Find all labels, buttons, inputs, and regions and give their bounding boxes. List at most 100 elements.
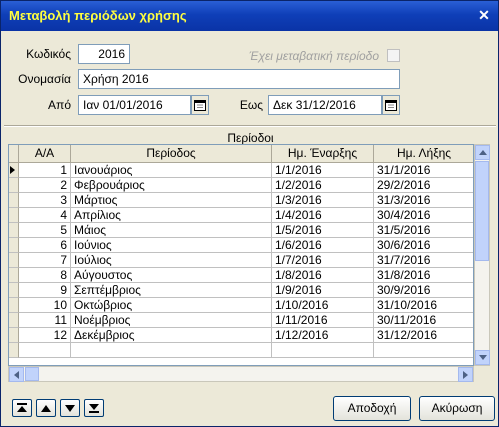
end-date-cell[interactable]: 30/11/2016	[374, 313, 473, 328]
accept-button[interactable]: Αποδοχή	[333, 396, 411, 421]
end-date-cell[interactable]: 29/2/2016	[374, 178, 473, 193]
row-number-cell[interactable]	[19, 343, 71, 358]
to-date-field[interactable]: Δεκ 31/12/2016	[268, 95, 382, 115]
end-date-cell[interactable]: 31/1/2016	[374, 163, 473, 178]
end-date-cell[interactable]: 31/7/2016	[374, 253, 473, 268]
row-indicator[interactable]	[9, 283, 19, 298]
period-name-cell[interactable]: Φεβρουάριος	[71, 178, 272, 193]
move-last-button[interactable]	[84, 399, 104, 417]
period-name-cell[interactable]: Μάιος	[71, 223, 272, 238]
end-date-cell[interactable]	[374, 343, 473, 358]
row-number-cell[interactable]: 8	[19, 268, 71, 283]
start-date-cell[interactable]: 1/6/2016	[272, 238, 374, 253]
row-indicator[interactable]	[9, 223, 19, 238]
row-number-cell[interactable]: 9	[19, 283, 71, 298]
close-button[interactable]: ✕	[476, 7, 492, 23]
period-name-cell[interactable]: Νοέμβριος	[71, 313, 272, 328]
from-date-field[interactable]: Ιαν 01/01/2016	[78, 95, 191, 115]
start-date-cell[interactable]: 1/9/2016	[272, 283, 374, 298]
row-indicator[interactable]	[9, 193, 19, 208]
transitional-period-checkbox[interactable]	[387, 49, 400, 62]
table-row[interactable]: 6 Ιούνιος 1/6/2016 30/6/2016	[9, 238, 473, 253]
vertical-scroll-thumb[interactable]	[475, 161, 489, 261]
period-name-cell[interactable]: Ιούλιος	[71, 253, 272, 268]
code-field[interactable]: 2016	[78, 44, 130, 64]
column-header-end-date[interactable]: Ημ. Λήξης	[374, 145, 473, 163]
cancel-button[interactable]: Ακύρωση	[419, 396, 495, 421]
period-name-cell[interactable]: Δεκέμβριος	[71, 328, 272, 343]
row-indicator[interactable]	[9, 178, 19, 193]
table-row[interactable]: 4 Απρίλιος 1/4/2016 30/4/2016	[9, 208, 473, 223]
table-row[interactable]: 10 Οκτώβριος 1/10/2016 31/10/2016	[9, 298, 473, 313]
horizontal-scrollbar[interactable]	[8, 366, 474, 382]
start-date-cell[interactable]: 1/11/2016	[272, 313, 374, 328]
end-date-cell[interactable]: 31/5/2016	[374, 223, 473, 238]
move-down-button[interactable]	[60, 399, 80, 417]
end-date-cell[interactable]: 30/4/2016	[374, 208, 473, 223]
row-indicator[interactable]	[9, 343, 19, 358]
row-indicator[interactable]	[9, 238, 19, 253]
scroll-right-button[interactable]	[458, 367, 473, 382]
row-number-cell[interactable]: 11	[19, 313, 71, 328]
period-name-cell[interactable]	[71, 343, 272, 358]
row-number-cell[interactable]: 5	[19, 223, 71, 238]
period-name-cell[interactable]: Μάρτιος	[71, 193, 272, 208]
table-row[interactable]	[9, 343, 473, 358]
row-indicator[interactable]	[9, 163, 19, 178]
row-number-cell[interactable]: 7	[19, 253, 71, 268]
table-row[interactable]: 3 Μάρτιος 1/3/2016 31/3/2016	[9, 193, 473, 208]
table-row[interactable]: 12 Δεκέμβριος 1/12/2016 31/12/2016	[9, 328, 473, 343]
start-date-cell[interactable]: 1/4/2016	[272, 208, 374, 223]
start-date-cell[interactable]: 1/8/2016	[272, 268, 374, 283]
start-date-cell[interactable]: 1/10/2016	[272, 298, 374, 313]
name-field[interactable]: Χρήση 2016	[78, 69, 400, 89]
scroll-down-button[interactable]	[475, 350, 490, 365]
from-calendar-button[interactable]	[191, 95, 209, 115]
period-name-cell[interactable]: Αύγουστος	[71, 268, 272, 283]
start-date-cell[interactable]	[272, 343, 374, 358]
column-header-aa[interactable]: Α/Α	[19, 145, 71, 163]
start-date-cell[interactable]: 1/5/2016	[272, 223, 374, 238]
start-date-cell[interactable]: 1/2/2016	[272, 178, 374, 193]
row-number-cell[interactable]: 12	[19, 328, 71, 343]
table-row[interactable]: 2 Φεβρουάριος 1/2/2016 29/2/2016	[9, 178, 473, 193]
scroll-left-button[interactable]	[9, 367, 24, 382]
period-name-cell[interactable]: Ιανουάριος	[71, 163, 272, 178]
end-date-cell[interactable]: 31/8/2016	[374, 268, 473, 283]
row-indicator[interactable]	[9, 208, 19, 223]
title-bar[interactable]: Μεταβολή περιόδων χρήσης ✕	[1, 1, 498, 31]
start-date-cell[interactable]: 1/1/2016	[272, 163, 374, 178]
table-row[interactable]: 9 Σεπτέμβριος 1/9/2016 30/9/2016	[9, 283, 473, 298]
row-number-cell[interactable]: 10	[19, 298, 71, 313]
row-indicator[interactable]	[9, 253, 19, 268]
row-indicator[interactable]	[9, 268, 19, 283]
table-row[interactable]: 1 Ιανουάριος 1/1/2016 31/1/2016	[9, 163, 473, 178]
table-row[interactable]: 11 Νοέμβριος 1/11/2016 30/11/2016	[9, 313, 473, 328]
period-name-cell[interactable]: Οκτώβριος	[71, 298, 272, 313]
row-number-cell[interactable]: 4	[19, 208, 71, 223]
table-row[interactable]: 5 Μάιος 1/5/2016 31/5/2016	[9, 223, 473, 238]
move-up-button[interactable]	[36, 399, 56, 417]
row-indicator[interactable]	[9, 313, 19, 328]
move-first-button[interactable]	[12, 399, 32, 417]
period-name-cell[interactable]: Απρίλιος	[71, 208, 272, 223]
end-date-cell[interactable]: 30/6/2016	[374, 238, 473, 253]
scroll-up-button[interactable]	[475, 145, 490, 160]
end-date-cell[interactable]: 31/3/2016	[374, 193, 473, 208]
horizontal-scroll-thumb[interactable]	[25, 367, 39, 381]
row-number-cell[interactable]: 6	[19, 238, 71, 253]
start-date-cell[interactable]: 1/3/2016	[272, 193, 374, 208]
end-date-cell[interactable]: 30/9/2016	[374, 283, 473, 298]
row-indicator[interactable]	[9, 298, 19, 313]
to-calendar-button[interactable]	[382, 95, 400, 115]
start-date-cell[interactable]: 1/7/2016	[272, 253, 374, 268]
row-number-cell[interactable]: 1	[19, 163, 71, 178]
column-header-period[interactable]: Περίοδος	[71, 145, 272, 163]
period-name-cell[interactable]: Σεπτέμβριος	[71, 283, 272, 298]
row-indicator[interactable]	[9, 328, 19, 343]
table-row[interactable]: 8 Αύγουστος 1/8/2016 31/8/2016	[9, 268, 473, 283]
period-name-cell[interactable]: Ιούνιος	[71, 238, 272, 253]
start-date-cell[interactable]: 1/12/2016	[272, 328, 374, 343]
row-number-cell[interactable]: 2	[19, 178, 71, 193]
end-date-cell[interactable]: 31/12/2016	[374, 328, 473, 343]
